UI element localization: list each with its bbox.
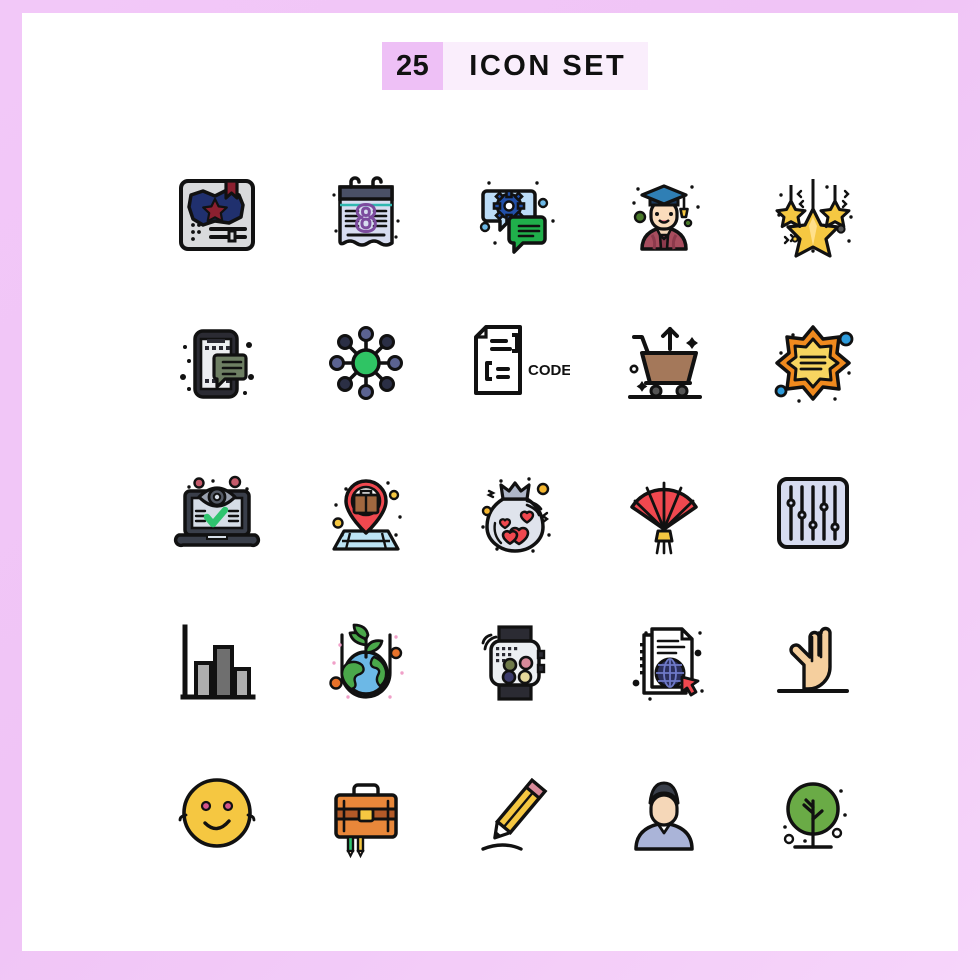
code-label: CODE: [528, 362, 570, 379]
smiley-emoji-icon: [178, 778, 255, 848]
starburst-badge-icon: [774, 325, 853, 403]
icon-cell-smart-watch[interactable]: [440, 588, 589, 738]
user-avatar-icon: [633, 781, 694, 851]
icon-cell-code-file[interactable]: CODE: [440, 288, 589, 438]
icon-cell-tree[interactable]: [738, 738, 887, 888]
hanging-stars-decoration-icon: [775, 179, 853, 258]
icon-cell-cart-upload[interactable]: [589, 288, 738, 438]
shopping-cart-upload-icon: [627, 327, 702, 399]
icon-cell-chat-settings[interactable]: [440, 138, 589, 288]
icon-cell-web-documents[interactable]: [589, 588, 738, 738]
icon-cell-laptop-secure[interactable]: [142, 438, 291, 588]
icon-cell-equalizer[interactable]: [738, 438, 887, 588]
page-title: ICON SET: [443, 42, 649, 90]
icon-cell-briefcase[interactable]: [291, 738, 440, 888]
icon-cell-love-bag[interactable]: [440, 438, 589, 588]
icon-grid: 8 CODE: [142, 138, 887, 888]
icon-cell-bar-chart[interactable]: [142, 588, 291, 738]
briefcase-icon: [333, 783, 398, 859]
icon-cell-usa-map-bookmark[interactable]: [142, 138, 291, 288]
smart-watch-icon: [481, 625, 545, 701]
icon-count-badge: 25: [382, 42, 444, 90]
icon-cell-eco-earth-plant[interactable]: [291, 588, 440, 738]
code-file-icon: CODE: [473, 325, 570, 395]
chinese-hand-fan-icon: [629, 481, 698, 555]
calendar-date-8-icon: 8: [331, 176, 400, 247]
network-nodes-icon: [328, 326, 403, 400]
chat-settings-gear-icon: [479, 181, 555, 254]
icon-cell-mobile-chat[interactable]: [142, 288, 291, 438]
icon-cell-graduate-student[interactable]: [589, 138, 738, 288]
tree-icon: [782, 782, 847, 849]
usa-map-bookmark-icon: [178, 179, 255, 251]
open-hand-icon: [776, 626, 849, 693]
graduate-student-icon: [631, 184, 700, 251]
icon-cell-badge-star-burst[interactable]: [738, 288, 887, 438]
laptop-verified-eye-icon: [173, 475, 260, 548]
header: 25 ICON SET: [382, 42, 649, 90]
icon-cell-hand-fan[interactable]: [589, 438, 738, 588]
icon-cell-open-hand[interactable]: [738, 588, 887, 738]
icon-cell-network-nodes[interactable]: [291, 288, 440, 438]
icon-cell-smiley-face[interactable]: [142, 738, 291, 888]
icon-cell-pencil[interactable]: [440, 738, 589, 888]
icon-cell-user-avatar[interactable]: [589, 738, 738, 888]
icon-cell-job-location[interactable]: [291, 438, 440, 588]
pencil-edit-icon: [480, 777, 547, 851]
love-gift-bag-icon: [480, 477, 551, 553]
icon-cell-hanging-stars[interactable]: [738, 138, 887, 288]
job-location-pin-icon: [331, 479, 402, 551]
icon-set-canvas: 25 ICON SET 8 CODE: [22, 13, 958, 951]
eco-earth-plant-icon: [328, 623, 404, 699]
icon-cell-calendar-8[interactable]: 8: [291, 138, 440, 288]
page-background: 25 ICON SET 8 CODE: [0, 0, 980, 980]
web-documents-globe-icon: [632, 627, 704, 701]
mobile-chat-message-icon: [179, 329, 254, 399]
equalizer-settings-icon: [776, 477, 849, 549]
bar-chart-icon: [180, 624, 255, 700]
